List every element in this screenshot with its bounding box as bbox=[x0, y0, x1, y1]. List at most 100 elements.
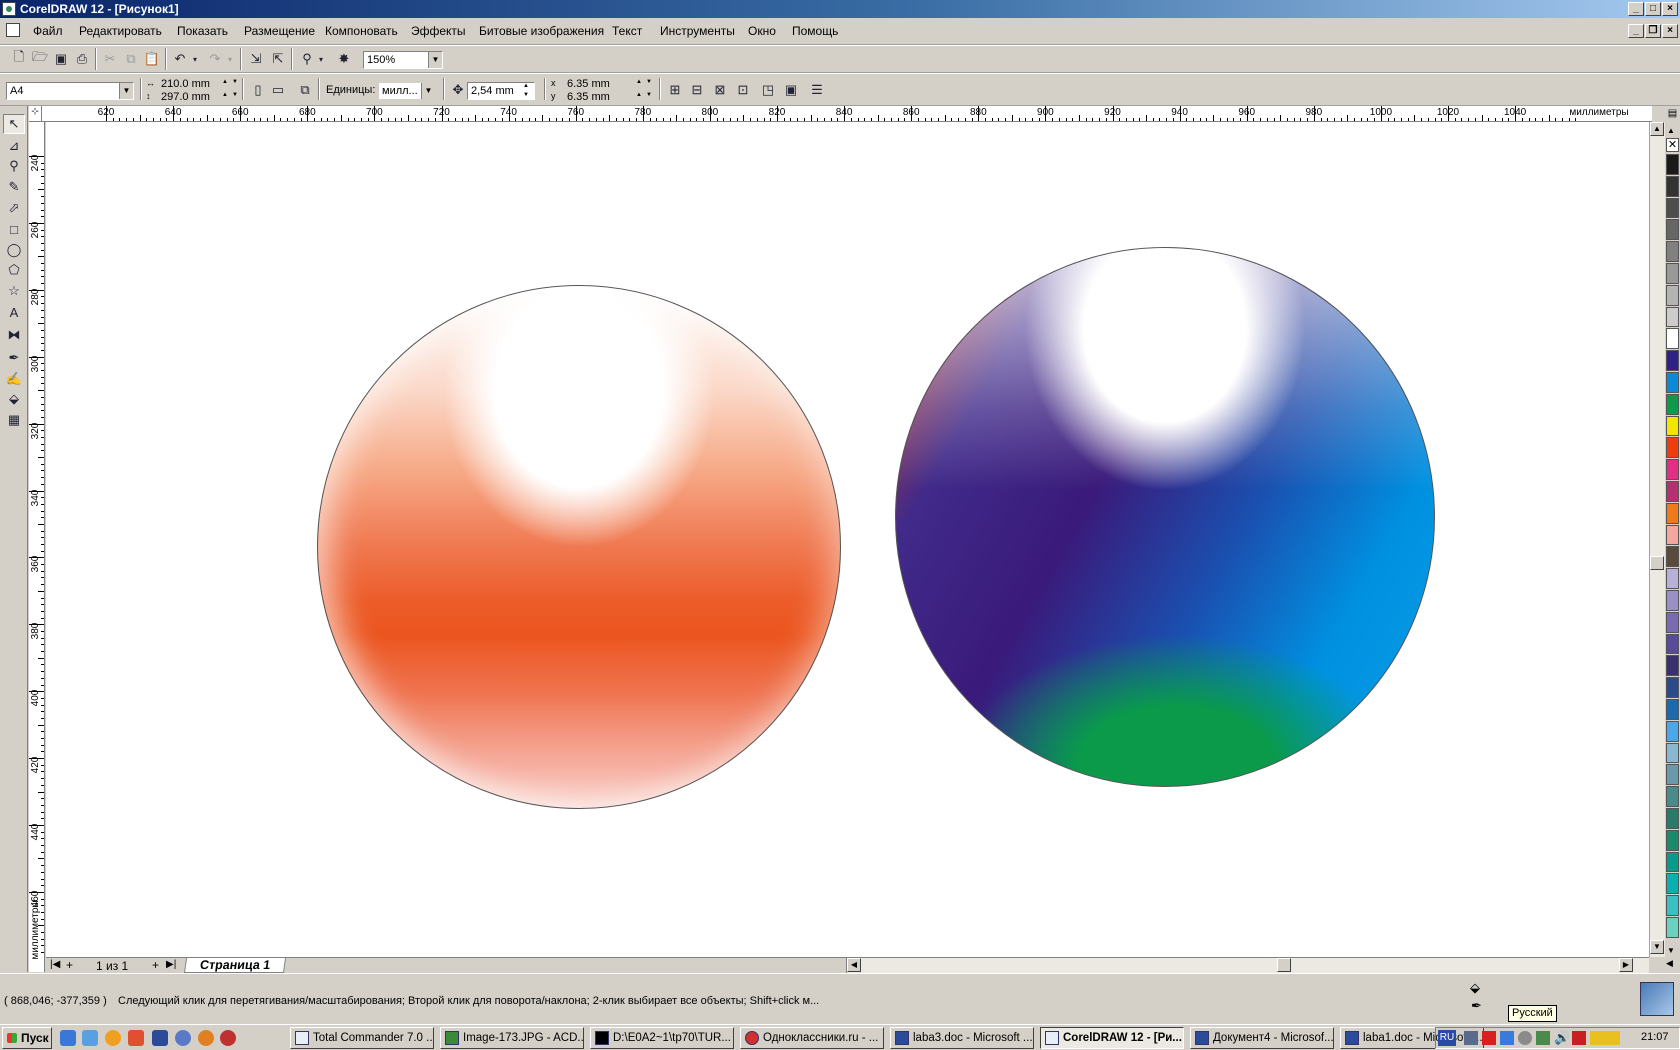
menu-text[interactable]: Текст bbox=[612, 24, 642, 38]
draw-with-fill-icon[interactable]: ▣ bbox=[781, 80, 801, 100]
zoom-levels-select[interactable]: 150% ▼ bbox=[363, 51, 443, 69]
color-swatch[interactable] bbox=[1666, 851, 1679, 873]
color-swatch[interactable] bbox=[1666, 742, 1679, 764]
options-icon[interactable]: ☰ bbox=[807, 80, 827, 100]
duplicate-x-input[interactable]: 6.35 mm bbox=[567, 78, 610, 90]
landscape-icon[interactable]: ▭ bbox=[268, 80, 288, 100]
print-icon[interactable]: ⎙ bbox=[72, 49, 92, 69]
palette-expand-icon[interactable]: ◀ bbox=[1666, 958, 1673, 969]
close-button[interactable]: × bbox=[1662, 2, 1678, 16]
interactive-blend-tool-icon[interactable]: ⧓ bbox=[3, 325, 25, 345]
all-pages-icon[interactable]: ⧉ bbox=[295, 80, 315, 100]
tray-clock-app-icon[interactable] bbox=[1518, 1031, 1532, 1045]
task-document4[interactable]: Документ4 - Microsof... bbox=[1190, 1027, 1334, 1049]
color-swatch[interactable] bbox=[1666, 372, 1679, 393]
quicklaunch-browser-icon[interactable] bbox=[105, 1030, 121, 1046]
color-swatch[interactable] bbox=[1666, 546, 1679, 568]
menu-arrange[interactable]: Компоновать bbox=[325, 24, 398, 38]
duplicate-y-spin-down[interactable]: ▼ bbox=[644, 91, 654, 100]
drawing-canvas[interactable] bbox=[46, 122, 1649, 957]
nudge-spin-up[interactable]: ▲ bbox=[521, 82, 531, 91]
open-icon[interactable]: 🗁 bbox=[30, 49, 50, 69]
text-tool-icon[interactable]: A bbox=[3, 302, 25, 322]
color-swatch[interactable] bbox=[1666, 481, 1679, 502]
color-swatch[interactable] bbox=[1666, 829, 1679, 851]
add-page-after-icon[interactable]: + bbox=[152, 958, 159, 972]
color-swatch[interactable] bbox=[1666, 306, 1679, 328]
page-width-input[interactable]: 210.0 mm bbox=[161, 78, 210, 90]
chevron-down-icon[interactable]: ▼ bbox=[421, 83, 435, 99]
ellipse-tool-icon[interactable]: ◯ bbox=[3, 240, 25, 260]
task-laba3-doc[interactable]: laba3.doc - Microsoft ... bbox=[890, 1027, 1034, 1049]
last-page-icon[interactable]: ▶| bbox=[166, 959, 176, 970]
duplicate-x-spin-down[interactable]: ▼ bbox=[644, 78, 654, 87]
fill-tool-icon[interactable]: ⬙ bbox=[3, 389, 25, 409]
menu-file[interactable]: Файл bbox=[33, 24, 63, 38]
color-swatch[interactable] bbox=[1666, 284, 1679, 306]
page-tab-1[interactable]: Страница 1 bbox=[183, 958, 287, 973]
redo-dropdown-icon[interactable]: ▾ bbox=[225, 49, 235, 69]
blue-gradient-sphere[interactable] bbox=[895, 247, 1435, 787]
horizontal-scroll-thumb[interactable] bbox=[1277, 958, 1291, 972]
color-swatch[interactable] bbox=[1666, 437, 1679, 459]
snap-to-objects-icon[interactable]: ⊠ bbox=[710, 80, 730, 100]
color-swatch[interactable] bbox=[1666, 786, 1679, 807]
palette-scroll-down-icon[interactable]: ▼ bbox=[1667, 946, 1675, 955]
add-page-before-icon[interactable]: + bbox=[66, 958, 73, 972]
new-icon[interactable]: 🗋 bbox=[9, 49, 29, 69]
color-swatch[interactable] bbox=[1666, 895, 1679, 916]
scroll-up-arrow-icon[interactable]: ▲ bbox=[1650, 122, 1664, 136]
menu-bitmaps[interactable]: Битовые изображения bbox=[479, 24, 604, 38]
scroll-left-arrow-icon[interactable]: ◀ bbox=[847, 958, 861, 972]
page-width-spin-down[interactable]: ▼ bbox=[230, 78, 240, 87]
color-swatch[interactable] bbox=[1666, 720, 1679, 742]
application-launcher-icon[interactable]: ⚲ bbox=[297, 49, 317, 69]
coreldraw-app-icon[interactable] bbox=[2, 2, 16, 16]
quicklaunch-ie-icon[interactable] bbox=[60, 1030, 76, 1046]
menu-view[interactable]: Показать bbox=[177, 24, 228, 38]
vertical-ruler[interactable]: 240 260 280 300 320 340 360 380 400 420 440 460 милл… bbox=[29, 122, 45, 972]
task-odnoklassniki[interactable]: Одноклассники.ru - ... bbox=[740, 1027, 884, 1049]
color-swatch[interactable] bbox=[1666, 415, 1679, 437]
fill-indicator-icon[interactable]: ⬙ bbox=[1470, 980, 1480, 996]
color-swatch[interactable] bbox=[1666, 590, 1679, 611]
color-swatch[interactable] bbox=[1666, 350, 1679, 371]
color-swatch[interactable] bbox=[1666, 241, 1679, 262]
zoom-tool-icon[interactable]: ⚲ bbox=[3, 156, 25, 176]
color-swatch[interactable] bbox=[1666, 459, 1679, 480]
copy-icon[interactable]: ⧉ bbox=[121, 49, 141, 69]
scroll-down-arrow-icon[interactable]: ▼ bbox=[1650, 940, 1664, 954]
color-swatch[interactable] bbox=[1666, 197, 1679, 219]
color-swatch[interactable] bbox=[1666, 677, 1679, 698]
color-swatch[interactable] bbox=[1666, 808, 1679, 829]
color-swatch[interactable] bbox=[1666, 633, 1679, 655]
pick-tool-icon[interactable]: ↖ bbox=[3, 114, 25, 134]
corel-online-icon[interactable]: ✸ bbox=[334, 49, 354, 69]
units-select[interactable]: милл... ▼ bbox=[378, 82, 436, 100]
page-height-spin-down[interactable]: ▼ bbox=[230, 91, 240, 100]
vertical-scrollbar[interactable]: ▲ ▼ bbox=[1649, 122, 1665, 957]
quicklaunch-desktop-icon[interactable] bbox=[82, 1030, 98, 1046]
task-coreldraw[interactable]: CorelDRAW 12 - [Ри... bbox=[1040, 1027, 1184, 1049]
cut-icon[interactable]: ✂ bbox=[100, 49, 120, 69]
outline-tool-icon[interactable]: ✍ bbox=[3, 369, 25, 389]
color-swatch[interactable] bbox=[1666, 764, 1679, 786]
page-width-spin-up[interactable]: ▲ bbox=[220, 78, 230, 87]
smart-fill-tool-icon[interactable]: ⬀ bbox=[3, 198, 25, 218]
menu-tools[interactable]: Инструменты bbox=[660, 24, 735, 38]
quicklaunch-firefox-icon[interactable] bbox=[128, 1030, 144, 1046]
duplicate-x-spin-up[interactable]: ▲ bbox=[634, 78, 644, 87]
red-gradient-sphere[interactable] bbox=[317, 285, 841, 809]
color-swatch[interactable] bbox=[1666, 219, 1679, 241]
duplicate-y-input[interactable]: 6.35 mm bbox=[567, 91, 610, 103]
first-page-icon[interactable]: |◀ bbox=[50, 959, 60, 970]
snap-to-guidelines-icon[interactable]: ⊟ bbox=[687, 80, 707, 100]
task-total-commander[interactable]: Total Commander 7.0 ... bbox=[290, 1027, 434, 1049]
volume-icon[interactable]: 🔊 bbox=[1554, 1030, 1570, 1046]
page-height-spin-up[interactable]: ▲ bbox=[220, 91, 230, 100]
paper-type-select[interactable]: A4 ▼ bbox=[6, 82, 134, 100]
palette-options-icon[interactable]: ▤ bbox=[1666, 108, 1679, 122]
maximize-button[interactable]: □ bbox=[1645, 2, 1661, 16]
color-swatch[interactable] bbox=[1666, 611, 1679, 633]
no-fill-swatch[interactable]: ✕ bbox=[1666, 138, 1679, 152]
